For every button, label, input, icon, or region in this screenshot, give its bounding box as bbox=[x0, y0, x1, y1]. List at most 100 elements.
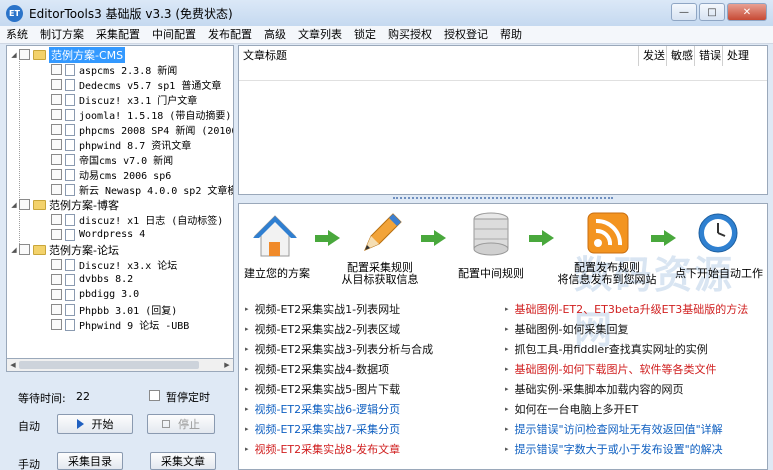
stop-button[interactable]: 停止 bbox=[147, 414, 215, 434]
checkbox[interactable] bbox=[51, 154, 62, 165]
tree-item[interactable]: Phpwind 9 论坛 -UBB bbox=[51, 317, 189, 332]
menu-system[interactable]: 系统 bbox=[0, 26, 34, 44]
document-icon bbox=[65, 63, 75, 76]
tutorial-link[interactable]: ▸ 如何在一台电脑上多开ET bbox=[505, 401, 638, 417]
menu-advanced[interactable]: 高级 bbox=[258, 26, 292, 44]
scrollbar-thumb[interactable] bbox=[19, 361, 199, 369]
checkbox[interactable] bbox=[51, 319, 62, 330]
step-4-label[interactable]: 配置发布规则 将信息发布到您网站 bbox=[555, 262, 659, 286]
checkbox[interactable] bbox=[51, 79, 62, 90]
tree-horizontal-scrollbar[interactable]: ◀ ▶ bbox=[6, 358, 234, 372]
tree-group-blog[interactable]: ◢ 范例方案-博客 bbox=[9, 197, 119, 212]
tree-item[interactable]: 动易cms 2006 sp6 bbox=[51, 167, 171, 182]
checkbox[interactable] bbox=[19, 199, 30, 210]
database-icon[interactable] bbox=[471, 212, 511, 258]
step-2-label[interactable]: 配置采集规则 从目标获取信息 bbox=[335, 262, 425, 286]
checkbox[interactable] bbox=[51, 274, 62, 285]
collapse-arrow-icon[interactable]: ◢ bbox=[9, 51, 19, 59]
checkbox[interactable] bbox=[51, 304, 62, 315]
menu-publish-config[interactable]: 发布配置 bbox=[202, 26, 258, 44]
panel-splitter[interactable] bbox=[238, 196, 768, 202]
checkbox[interactable] bbox=[51, 94, 62, 105]
column-error[interactable]: 错误 bbox=[695, 46, 723, 66]
menu-middle-config[interactable]: 中间配置 bbox=[146, 26, 202, 44]
close-button[interactable]: ✕ bbox=[727, 3, 767, 21]
tree-item[interactable]: Dedecms v5.7 sp1 普通文章 bbox=[51, 77, 221, 92]
checkbox[interactable] bbox=[19, 49, 30, 60]
tutorial-link[interactable]: ▸ 视频-ET2采集实战5-图片下载 bbox=[245, 381, 400, 397]
tree-item[interactable]: joomla! 1.5.18 (带自动摘要) bbox=[51, 107, 231, 122]
pencil-icon[interactable] bbox=[359, 210, 405, 256]
tutorial-link[interactable]: ▸ 视频-ET2采集实战2-列表区域 bbox=[245, 321, 400, 337]
column-title[interactable]: 文章标题 bbox=[239, 46, 639, 66]
menu-lock[interactable]: 锁定 bbox=[348, 26, 382, 44]
menu-help[interactable]: 帮助 bbox=[494, 26, 528, 44]
tutorial-link[interactable]: ▸ 基础图例-如何采集回复 bbox=[505, 321, 628, 337]
tree-item[interactable]: dvbbs 8.2 bbox=[51, 272, 133, 287]
start-button[interactable]: 开始 bbox=[57, 414, 133, 434]
tutorial-link[interactable]: ▸ 提示错误"字数大于或小于发布设置"的解决 bbox=[505, 441, 723, 457]
tutorial-link[interactable]: ▸ 提示错误"访问检查网址无有效返回值"详解 bbox=[505, 421, 723, 437]
minimize-button[interactable]: — bbox=[671, 3, 697, 21]
tutorial-link[interactable]: ▸ 基础图例-ET2、ET3beta升级ET3基础版的方法 bbox=[505, 301, 748, 317]
tree-group-forum[interactable]: ◢ 范例方案-论坛 bbox=[9, 242, 119, 257]
tree-item[interactable]: 帝国cms v7.0 新闻 bbox=[51, 152, 173, 167]
tutorial-link[interactable]: ▸ 视频-ET2采集实战4-数据项 bbox=[245, 361, 389, 377]
plan-tree[interactable]: ◢ 范例方案-CMS aspcms 2.3.8 新闻 Dedecms v5.7 … bbox=[6, 45, 234, 372]
checkbox[interactable] bbox=[51, 124, 62, 135]
collapse-arrow-icon[interactable]: ◢ bbox=[9, 201, 19, 209]
column-sensitive[interactable]: 敏感 bbox=[667, 46, 695, 66]
checkbox[interactable] bbox=[51, 289, 62, 300]
tree-item[interactable]: 新云 Newasp 4.0.0 sp2 文章模 bbox=[51, 182, 233, 197]
checkbox[interactable] bbox=[51, 184, 62, 195]
checkbox[interactable] bbox=[51, 259, 62, 270]
tree-group-cms[interactable]: ◢ 范例方案-CMS bbox=[9, 46, 126, 63]
collect-list-button[interactable]: 采集目录 bbox=[57, 452, 123, 470]
column-process[interactable]: 处理 bbox=[723, 46, 767, 66]
collapse-arrow-icon[interactable]: ◢ bbox=[9, 246, 19, 254]
checkbox[interactable] bbox=[51, 139, 62, 150]
tree-item[interactable]: aspcms 2.3.8 新闻 bbox=[51, 62, 177, 77]
menu-article-list[interactable]: 文章列表 bbox=[292, 26, 348, 44]
tree-item[interactable]: phpcms 2008 SP4 新闻 (201005 bbox=[51, 122, 233, 137]
tutorial-link[interactable]: ▸ 视频-ET2采集实战3-列表分析与合成 bbox=[245, 341, 433, 357]
tree-item[interactable]: phpwind 8.7 资讯文章 bbox=[51, 137, 191, 152]
checkbox[interactable] bbox=[51, 169, 62, 180]
tutorial-link[interactable]: ▸ 视频-ET2采集实战1-列表网址 bbox=[245, 301, 400, 317]
scroll-left-icon[interactable]: ◀ bbox=[7, 359, 19, 371]
article-table[interactable]: 文章标题 发送 敏感 错误 处理 bbox=[238, 45, 768, 195]
menu-plan[interactable]: 制订方案 bbox=[34, 26, 90, 44]
tree-item[interactable]: Discuz! x3.1 门户文章 bbox=[51, 92, 197, 107]
scroll-right-icon[interactable]: ▶ bbox=[221, 359, 233, 371]
checkbox[interactable] bbox=[51, 214, 62, 225]
collect-article-button[interactable]: 采集文章 bbox=[150, 452, 216, 470]
menu-collect-config[interactable]: 采集配置 bbox=[90, 26, 146, 44]
tutorial-link[interactable]: ▸ 视频-ET2采集实战6-逻辑分页 bbox=[245, 401, 400, 417]
tree-item[interactable]: Wordpress 4 bbox=[51, 227, 145, 242]
tutorial-link[interactable]: ▸ 抓包工具-用fiddler查找真实网址的实例 bbox=[505, 341, 708, 357]
step-1-label[interactable]: 建立您的方案 bbox=[239, 268, 315, 280]
rss-icon[interactable] bbox=[587, 212, 629, 254]
tree-item[interactable]: pbdigg 3.0 bbox=[51, 287, 139, 302]
clock-icon[interactable] bbox=[697, 212, 739, 254]
step-3-label[interactable]: 配置中间规则 bbox=[449, 268, 533, 280]
tree-item[interactable]: discuz! x1 日志 (自动标签) bbox=[51, 212, 223, 227]
tree-item[interactable]: Phpbb 3.01 (回复) bbox=[51, 302, 177, 317]
tutorial-link[interactable]: ▸ 基础图例-如何下载图片、软件等各类文件 bbox=[505, 361, 716, 377]
step-5-label[interactable]: 点下开始自动工作 bbox=[671, 268, 767, 280]
house-icon[interactable] bbox=[253, 214, 297, 258]
tutorial-link[interactable]: ▸ 视频-ET2采集实战7-采集分页 bbox=[245, 421, 400, 437]
checkbox[interactable] bbox=[51, 109, 62, 120]
pause-timer-checkbox[interactable] bbox=[149, 390, 160, 401]
table-row[interactable] bbox=[239, 66, 767, 81]
tutorial-link[interactable]: ▸ 视频-ET2采集实战8-发布文章 bbox=[245, 441, 400, 457]
tutorial-link[interactable]: ▸ 基础实例-采集脚本加载内容的网页 bbox=[505, 381, 683, 397]
checkbox[interactable] bbox=[19, 244, 30, 255]
menu-register-license[interactable]: 授权登记 bbox=[438, 26, 494, 44]
maximize-button[interactable]: □ bbox=[699, 3, 725, 21]
menu-buy-license[interactable]: 购买授权 bbox=[382, 26, 438, 44]
checkbox[interactable] bbox=[51, 64, 62, 75]
column-sent[interactable]: 发送 bbox=[639, 46, 667, 66]
tree-item[interactable]: Discuz! x3.x 论坛 bbox=[51, 257, 177, 272]
checkbox[interactable] bbox=[51, 229, 62, 240]
